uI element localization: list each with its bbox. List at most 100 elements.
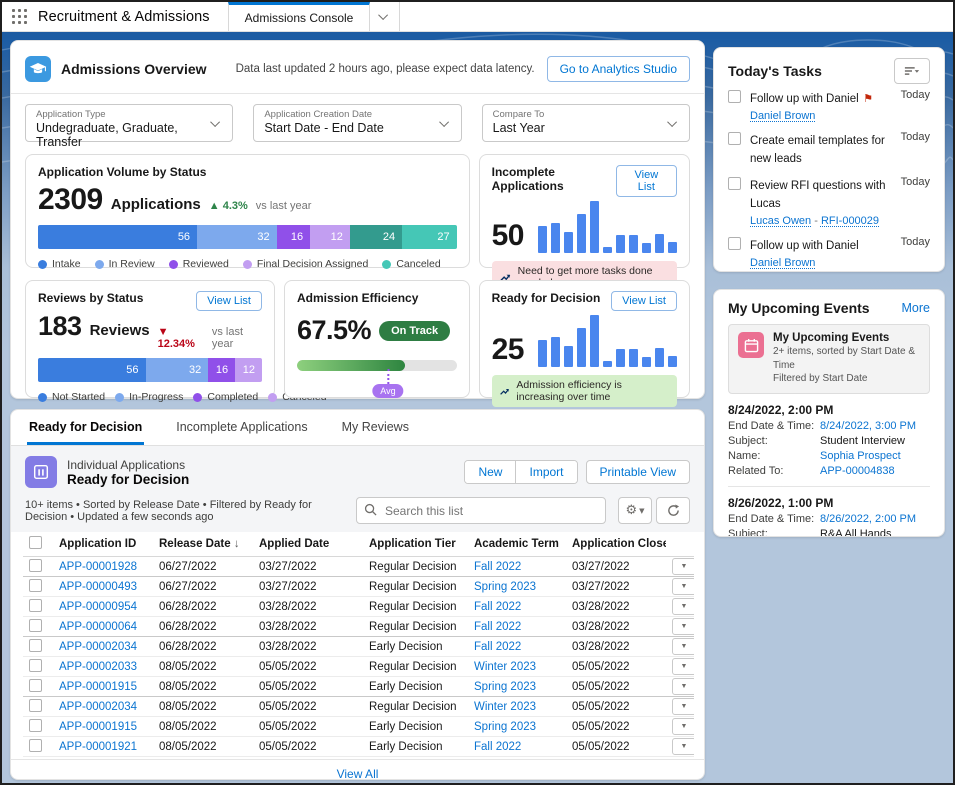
tab-admissions-console[interactable]: Admissions Console bbox=[228, 2, 371, 31]
academic-term-link[interactable]: Fall 2022 bbox=[474, 641, 521, 653]
task-title[interactable]: Follow up with Daniel bbox=[750, 240, 859, 252]
academic-term-link[interactable]: Fall 2022 bbox=[474, 621, 521, 633]
average-marker: Avg bbox=[372, 369, 403, 398]
filter-combobox[interactable]: Application Creation Date Start Date - E… bbox=[253, 104, 461, 142]
row-actions-button[interactable]: ▼ bbox=[672, 578, 694, 595]
task-related-link-2[interactable]: RFI-000029 bbox=[821, 215, 879, 227]
task-title[interactable]: Create email templates for new leads bbox=[750, 135, 885, 165]
list-tab[interactable]: My Reviews bbox=[340, 410, 411, 445]
event-related-link[interactable]: APP-00004838 bbox=[820, 465, 895, 477]
printable-view-button[interactable]: Printable View bbox=[586, 460, 691, 484]
row-checkbox[interactable] bbox=[29, 659, 42, 672]
academic-term-link[interactable]: Winter 2023 bbox=[474, 661, 536, 673]
application-tier-cell: Early Decision bbox=[363, 677, 468, 697]
row-checkbox[interactable] bbox=[29, 719, 42, 732]
row-actions-button[interactable]: ▼ bbox=[672, 638, 694, 655]
academic-term-link[interactable]: Fall 2022 bbox=[474, 741, 521, 753]
filter-combobox[interactable]: Compare To Last Year bbox=[482, 104, 690, 142]
column-header-release-date[interactable]: Release Date ↓ bbox=[153, 532, 253, 557]
task-due-date: Today bbox=[901, 89, 930, 101]
application-id-link[interactable]: APP-00000954 bbox=[59, 601, 137, 613]
row-checkbox[interactable] bbox=[29, 699, 42, 712]
row-actions-button[interactable]: ▼ bbox=[672, 618, 694, 635]
academic-term-link[interactable]: Spring 2023 bbox=[474, 721, 536, 733]
column-header-application-tier[interactable]: Application Tier bbox=[363, 532, 468, 557]
column-header-application-id[interactable]: Application ID bbox=[53, 532, 153, 557]
tasks-view-switcher-button[interactable] bbox=[894, 58, 930, 84]
row-actions-button[interactable]: ▼ bbox=[672, 598, 694, 615]
row-actions-button[interactable]: ▼ bbox=[672, 738, 694, 755]
select-all-checkbox[interactable] bbox=[29, 536, 42, 549]
tab-dropdown-button[interactable] bbox=[370, 2, 400, 31]
applied-date-cell: 03/28/2022 bbox=[253, 597, 363, 617]
column-header-application-close-date[interactable]: Application Close Date bbox=[566, 532, 666, 557]
list-tab[interactable]: Ready for Decision bbox=[27, 410, 144, 445]
row-checkbox[interactable] bbox=[29, 739, 42, 752]
view-list-button[interactable]: View List bbox=[611, 291, 677, 311]
application-id-link[interactable]: APP-00002034 bbox=[59, 641, 137, 653]
task-checkbox[interactable] bbox=[728, 132, 741, 145]
application-id-link[interactable]: APP-00000064 bbox=[59, 621, 137, 633]
new-button[interactable]: New bbox=[465, 461, 515, 483]
academic-term-link[interactable]: Fall 2022 bbox=[474, 601, 521, 613]
task-checkbox[interactable] bbox=[728, 90, 741, 103]
task-related-link[interactable]: Daniel Brown bbox=[750, 110, 815, 122]
events-more-link[interactable]: More bbox=[902, 301, 930, 315]
list-settings-button[interactable]: ⚙ ▼ bbox=[618, 497, 652, 524]
filter-combobox[interactable]: Application Type Undegraduate, Graduate,… bbox=[25, 104, 233, 142]
event-end-link[interactable]: 8/26/2022, 2:00 PM bbox=[820, 513, 916, 525]
row-actions-button[interactable]: ▼ bbox=[672, 658, 694, 675]
row-actions-button[interactable]: ▼ bbox=[672, 698, 694, 715]
task-related-link[interactable]: Daniel Brown bbox=[750, 257, 815, 269]
row-actions-button[interactable]: ▼ bbox=[672, 558, 694, 575]
task-title[interactable]: Follow up with Daniel bbox=[750, 93, 859, 105]
list-tab[interactable]: Incomplete Applications bbox=[174, 410, 309, 445]
event-end-link[interactable]: 8/24/2022, 3:00 PM bbox=[820, 420, 916, 432]
row-actions-button[interactable]: ▼ bbox=[672, 718, 694, 735]
column-header-academic-term[interactable]: Academic Term bbox=[468, 532, 566, 557]
table-view-all-link[interactable]: View All bbox=[337, 767, 379, 780]
academic-term-link[interactable]: Winter 2023 bbox=[474, 701, 536, 713]
page-title: Admissions Overview bbox=[61, 61, 236, 77]
row-checkbox[interactable] bbox=[29, 599, 42, 612]
close-date-cell: 05/05/2022 bbox=[566, 737, 666, 757]
application-id-link[interactable]: APP-00001915 bbox=[59, 721, 137, 733]
application-id-link[interactable]: APP-00000493 bbox=[59, 581, 137, 593]
row-actions-button[interactable]: ▼ bbox=[672, 678, 694, 695]
task-related-links: Daniel Brown bbox=[750, 110, 893, 122]
application-id-link[interactable]: APP-00002034 bbox=[59, 701, 137, 713]
application-id-link[interactable]: APP-00001928 bbox=[59, 561, 137, 573]
task-title[interactable]: Review RFI questions with Lucas bbox=[750, 180, 886, 210]
task-checkbox[interactable] bbox=[728, 237, 741, 250]
application-id-link[interactable]: APP-00002033 bbox=[59, 661, 137, 673]
academic-term-link[interactable]: Spring 2023 bbox=[474, 581, 536, 593]
academic-term-link[interactable]: Fall 2022 bbox=[474, 561, 521, 573]
task-related-link[interactable]: Lucas Owen bbox=[750, 215, 811, 227]
app-launcher-icon[interactable] bbox=[12, 9, 28, 25]
row-checkbox[interactable] bbox=[29, 619, 42, 632]
refresh-button[interactable] bbox=[656, 497, 690, 524]
events-list: 8/24/2022, 2:00 PM End Date & Time:8/24/… bbox=[728, 403, 930, 538]
graduation-cap-icon bbox=[29, 61, 47, 77]
row-checkbox[interactable] bbox=[29, 639, 42, 652]
application-id-link[interactable]: APP-00001915 bbox=[59, 681, 137, 693]
list-view-name[interactable]: Ready for Decision bbox=[67, 472, 189, 487]
field-label: Related To: bbox=[728, 465, 820, 477]
academic-term-link[interactable]: Spring 2023 bbox=[474, 681, 536, 693]
row-checkbox[interactable] bbox=[29, 559, 42, 572]
row-checkbox[interactable] bbox=[29, 679, 42, 692]
applied-date-cell: 03/27/2022 bbox=[253, 557, 363, 577]
tasks-title: Today's Tasks bbox=[728, 63, 822, 79]
go-to-analytics-studio-button[interactable]: Go to Analytics Studio bbox=[547, 56, 690, 82]
view-list-button[interactable]: View List bbox=[616, 165, 677, 197]
view-list-button[interactable]: View List bbox=[196, 291, 262, 311]
mini-bar bbox=[551, 337, 560, 367]
import-button[interactable]: Import bbox=[515, 461, 576, 483]
application-id-link[interactable]: APP-00001921 bbox=[59, 741, 137, 753]
legend-item: Canceled bbox=[382, 258, 440, 270]
row-checkbox[interactable] bbox=[29, 579, 42, 592]
task-checkbox[interactable] bbox=[728, 177, 741, 190]
column-header-applied-date[interactable]: Applied Date bbox=[253, 532, 363, 557]
event-name-link[interactable]: Sophia Prospect bbox=[820, 450, 901, 462]
search-input[interactable] bbox=[356, 497, 606, 524]
